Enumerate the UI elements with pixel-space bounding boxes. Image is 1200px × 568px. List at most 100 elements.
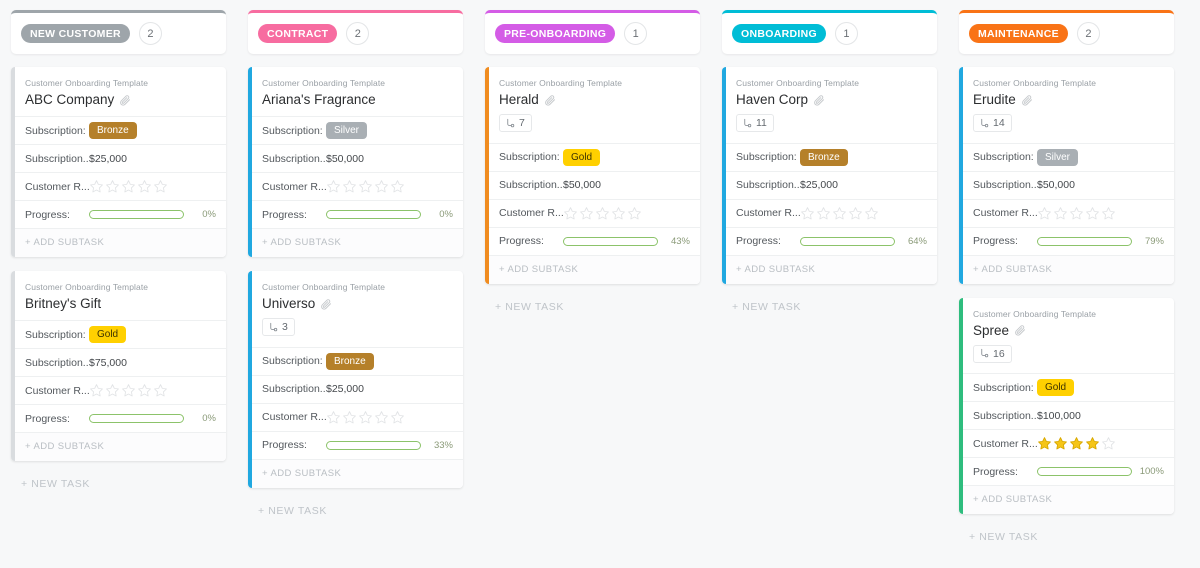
subscription-tag[interactable]: Gold bbox=[1037, 379, 1075, 396]
subscription-tag[interactable]: Silver bbox=[326, 122, 368, 139]
rating-star[interactable] bbox=[121, 179, 136, 194]
rating-star[interactable] bbox=[358, 410, 373, 425]
field-subscription-tier[interactable]: Subscription: Silver bbox=[252, 116, 463, 144]
status-pill[interactable]: NEW CUSTOMER bbox=[21, 24, 130, 43]
field-subscription-tier[interactable]: Subscription: Gold bbox=[15, 320, 226, 348]
rating-star[interactable] bbox=[153, 383, 168, 398]
progress-bar[interactable] bbox=[563, 236, 658, 246]
rating-star[interactable] bbox=[342, 179, 357, 194]
task-card[interactable]: Customer Onboarding Template Ariana's Fra… bbox=[248, 67, 463, 257]
field-progress[interactable]: Progress: 33% bbox=[252, 430, 463, 459]
add-subtask-button[interactable]: + ADD SUBTASK bbox=[489, 254, 700, 284]
subtask-count-chip[interactable]: 16 bbox=[973, 344, 1012, 363]
field-subscription-value[interactable]: Subscription... $50,000 bbox=[963, 170, 1174, 199]
field-customer-rating[interactable]: Customer R... bbox=[489, 198, 700, 227]
card-title[interactable]: Britney's Gift bbox=[25, 296, 101, 311]
field-subscription-value[interactable]: Subscription... $50,000 bbox=[252, 144, 463, 172]
rating-star[interactable] bbox=[1069, 206, 1084, 221]
field-subscription-tier[interactable]: Subscription: Bronze bbox=[252, 346, 463, 375]
new-task-button[interactable]: + NEW TASK bbox=[485, 298, 700, 313]
field-progress[interactable]: Progress: 43% bbox=[489, 226, 700, 255]
star-rating[interactable] bbox=[326, 410, 405, 425]
subscription-tag[interactable]: Silver bbox=[1037, 148, 1079, 166]
field-subscription-tier[interactable]: Subscription: Gold bbox=[489, 142, 700, 171]
field-customer-rating[interactable]: Customer R... bbox=[726, 198, 937, 227]
rating-star[interactable] bbox=[1037, 206, 1052, 221]
field-customer-rating[interactable]: Customer R... bbox=[252, 402, 463, 431]
rating-star[interactable] bbox=[864, 206, 879, 221]
progress-bar[interactable] bbox=[326, 440, 421, 450]
field-subscription-tier[interactable]: Subscription: Silver bbox=[963, 142, 1174, 171]
card-title[interactable]: Erudite bbox=[973, 92, 1016, 107]
subscription-tag[interactable]: Bronze bbox=[326, 352, 374, 370]
rating-star[interactable] bbox=[816, 206, 831, 221]
field-progress[interactable]: Progress: 0% bbox=[15, 404, 226, 432]
progress-bar[interactable] bbox=[1037, 467, 1132, 476]
field-customer-rating[interactable]: Customer R... bbox=[963, 429, 1174, 457]
field-subscription-value[interactable]: Subscription... $25,000 bbox=[15, 144, 226, 172]
field-customer-rating[interactable]: Customer R... bbox=[15, 376, 226, 404]
rating-star[interactable] bbox=[105, 179, 120, 194]
rating-star[interactable] bbox=[800, 206, 815, 221]
rating-star[interactable] bbox=[390, 179, 405, 194]
field-subscription-value[interactable]: Subscription... $25,000 bbox=[726, 170, 937, 199]
field-customer-rating[interactable]: Customer R... bbox=[15, 172, 226, 200]
star-rating[interactable] bbox=[563, 206, 642, 221]
star-rating[interactable] bbox=[1037, 436, 1116, 451]
subtask-count-chip[interactable]: 3 bbox=[262, 318, 295, 336]
rating-star[interactable] bbox=[1053, 206, 1068, 221]
rating-star[interactable] bbox=[563, 206, 578, 221]
field-customer-rating[interactable]: Customer R... bbox=[963, 198, 1174, 227]
rating-star[interactable] bbox=[1085, 436, 1100, 451]
field-subscription-value[interactable]: Subscription... $75,000 bbox=[15, 348, 226, 376]
field-subscription-value[interactable]: Subscription... $25,000 bbox=[252, 374, 463, 403]
star-rating[interactable] bbox=[800, 206, 879, 221]
star-rating[interactable] bbox=[326, 179, 405, 194]
rating-star[interactable] bbox=[627, 206, 642, 221]
rating-star[interactable] bbox=[1069, 436, 1084, 451]
rating-star[interactable] bbox=[1085, 206, 1100, 221]
subtask-count-chip[interactable]: 11 bbox=[736, 114, 774, 132]
rating-star[interactable] bbox=[326, 179, 341, 194]
field-progress[interactable]: Progress: 79% bbox=[963, 226, 1174, 255]
star-rating[interactable] bbox=[89, 179, 168, 194]
star-rating[interactable] bbox=[1037, 206, 1116, 221]
progress-bar[interactable] bbox=[800, 236, 895, 246]
field-subscription-tier[interactable]: Subscription: Bronze bbox=[726, 142, 937, 171]
rating-star[interactable] bbox=[374, 179, 389, 194]
card-title[interactable]: Herald bbox=[499, 92, 539, 107]
rating-star[interactable] bbox=[848, 206, 863, 221]
field-progress[interactable]: Progress: 100% bbox=[963, 457, 1174, 485]
task-card[interactable]: Customer Onboarding Template Erudite 14 Sub… bbox=[959, 67, 1174, 284]
new-task-button[interactable]: + NEW TASK bbox=[722, 298, 937, 313]
rating-star[interactable] bbox=[153, 179, 168, 194]
rating-star[interactable] bbox=[832, 206, 847, 221]
add-subtask-button[interactable]: + ADD SUBTASK bbox=[252, 228, 463, 257]
task-card[interactable]: Customer Onboarding Template Haven Corp 11… bbox=[722, 67, 937, 284]
field-subscription-tier[interactable]: Subscription: Bronze bbox=[15, 116, 226, 144]
card-title[interactable]: Spree bbox=[973, 323, 1009, 338]
new-task-button[interactable]: + NEW TASK bbox=[11, 475, 226, 490]
progress-bar[interactable] bbox=[89, 210, 184, 219]
rating-star[interactable] bbox=[105, 383, 120, 398]
add-subtask-button[interactable]: + ADD SUBTASK bbox=[726, 254, 937, 284]
rating-star[interactable] bbox=[1053, 436, 1068, 451]
subscription-tag[interactable]: Gold bbox=[563, 148, 601, 166]
rating-star[interactable] bbox=[326, 410, 341, 425]
task-card[interactable]: Customer Onboarding Template Universo 3 Sub… bbox=[248, 271, 463, 488]
field-customer-rating[interactable]: Customer R... bbox=[252, 172, 463, 200]
rating-star[interactable] bbox=[374, 410, 389, 425]
card-title[interactable]: Universo bbox=[262, 296, 315, 311]
new-task-button[interactable]: + NEW TASK bbox=[959, 528, 1174, 543]
rating-star[interactable] bbox=[595, 206, 610, 221]
subscription-tag[interactable]: Gold bbox=[89, 326, 127, 343]
rating-star[interactable] bbox=[89, 383, 104, 398]
rating-star[interactable] bbox=[137, 383, 152, 398]
field-subscription-tier[interactable]: Subscription: Gold bbox=[963, 373, 1174, 401]
rating-star[interactable] bbox=[137, 179, 152, 194]
card-title[interactable]: Ariana's Fragrance bbox=[262, 92, 376, 107]
card-title[interactable]: Haven Corp bbox=[736, 92, 808, 107]
rating-star[interactable] bbox=[611, 206, 626, 221]
task-card[interactable]: Customer Onboarding Template Britney's Gi… bbox=[11, 271, 226, 461]
card-title[interactable]: ABC Company bbox=[25, 92, 114, 107]
